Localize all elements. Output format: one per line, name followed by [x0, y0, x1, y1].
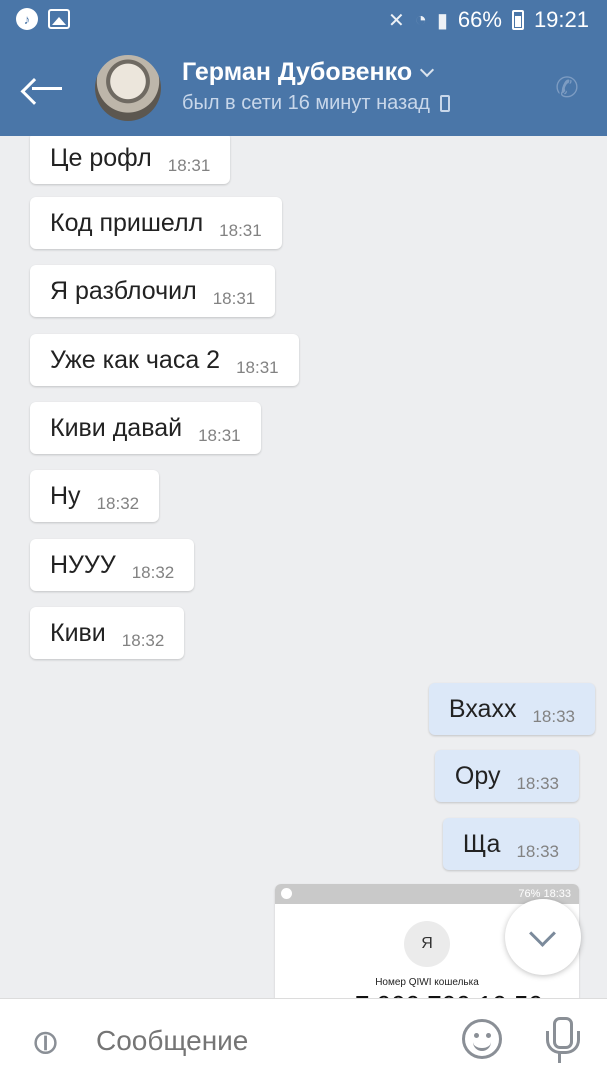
back-arrow-icon[interactable] [28, 68, 68, 108]
message-bubble[interactable]: НУУУ 18:32 [30, 539, 195, 591]
message-time: 18:32 [96, 494, 140, 513]
message-bubble[interactable]: Киви давай 18:31 [30, 402, 261, 454]
message-text: Ору [454, 761, 501, 790]
clock: 19:21 [533, 7, 589, 32]
microphone-icon[interactable] [542, 1017, 580, 1063]
battery-icon [511, 10, 524, 30]
battery-percent: 66% [457, 7, 502, 32]
avatar[interactable] [95, 55, 161, 121]
contact-name[interactable]: Герман Дубовенко [182, 58, 412, 87]
message-list[interactable]: Це рофл 18:31 Код пришелл 18:31 Я разбло… [0, 136, 607, 998]
message-text: Ну [50, 481, 81, 510]
message-text: Ща [462, 829, 501, 858]
message-bubble[interactable]: Це рофл 18:31 [30, 136, 231, 184]
message-time: 18:33 [516, 842, 559, 861]
message-text: Я разблочил [50, 276, 197, 305]
message-bubble-outgoing[interactable]: Ща 18:33 [442, 818, 579, 870]
message-text: Киви [50, 618, 106, 647]
attachment-number: 7 000 700 10 50 [355, 990, 543, 998]
message-text: НУУУ [50, 550, 116, 579]
message-bubble[interactable]: Уже как часа 2 18:31 [30, 334, 299, 386]
message-time: 18:32 [121, 631, 165, 650]
message-time: 18:31 [167, 156, 211, 175]
message-time: 18:33 [532, 707, 575, 726]
gallery-icon [48, 9, 70, 29]
wifi-icon: ◔ [414, 8, 427, 31]
smiley-icon[interactable] [462, 1019, 502, 1059]
attachment-avatar: Я [404, 921, 450, 967]
message-time: 18:31 [212, 289, 256, 308]
mute-icon: ✕ [388, 9, 405, 32]
message-text: Це рофл [50, 143, 152, 172]
chevron-down-icon[interactable] [420, 62, 435, 78]
message-bubble[interactable]: Ну 18:32 [30, 470, 160, 522]
message-bubble[interactable]: Киви 18:32 [30, 607, 185, 659]
message-text: Киви давай [50, 413, 183, 442]
message-time: 18:33 [516, 774, 559, 793]
music-note-icon: ♪ [16, 8, 38, 30]
paperclip-icon[interactable]: ⊘ [22, 1014, 74, 1066]
message-time: 18:31 [198, 426, 241, 445]
chat-header: Герман Дубовенко был в сети 16 минут наз… [0, 40, 607, 136]
message-text: Код пришелл [50, 208, 204, 237]
signal-icon: ▮ [436, 9, 448, 32]
phone-call-icon[interactable]: ✆ [553, 74, 581, 102]
last-seen-row: был в сети 16 минут назад [182, 92, 450, 115]
message-time: 18:31 [219, 221, 262, 240]
attachment-status-dot [281, 888, 292, 899]
message-bubble-outgoing[interactable]: Вхахх 18:33 [428, 683, 595, 735]
message-input-bar: ⊘ [0, 998, 607, 1080]
status-bar: ♪ ✕ ◔ ▮ 66% 19:21 [0, 0, 607, 40]
message-time: 18:32 [131, 563, 175, 582]
scroll-down-button[interactable] [505, 899, 581, 975]
message-input[interactable] [96, 1021, 426, 1061]
message-bubble-outgoing[interactable]: Ору 18:33 [434, 750, 579, 802]
message-bubble[interactable]: Я разблочил 18:31 [30, 265, 276, 317]
contact-name-row[interactable]: Герман Дубовенко [182, 58, 435, 87]
status-left-icons: ♪ [16, 8, 70, 30]
message-bubble[interactable]: Код пришелл 18:31 [30, 197, 282, 249]
message-time: 18:31 [236, 358, 279, 377]
attachment-label: Номер QIWI кошелька [375, 977, 479, 988]
message-text: Уже как часа 2 [50, 345, 221, 374]
message-text: Вхахх [448, 694, 517, 723]
last-seen: был в сети 16 минут назад [182, 92, 430, 114]
status-right-icons: ✕ ◔ ▮ 66% 19:21 [388, 7, 589, 33]
mobile-device-icon [439, 95, 450, 112]
